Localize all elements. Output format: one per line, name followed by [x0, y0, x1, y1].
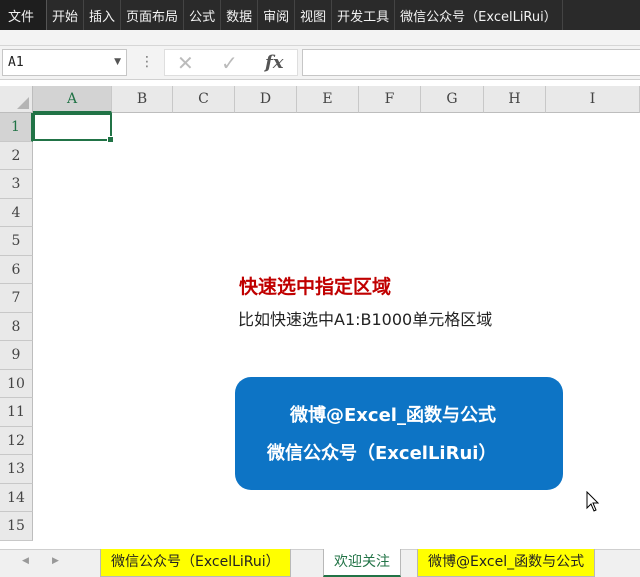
- check-icon[interactable]: ✓: [221, 51, 238, 75]
- row-header-15[interactable]: 15: [0, 512, 33, 541]
- column-header-h[interactable]: H: [484, 86, 546, 113]
- formula-input[interactable]: [302, 49, 640, 76]
- row-header-6[interactable]: 6: [0, 255, 33, 284]
- column-header-d[interactable]: D: [235, 86, 297, 113]
- cancel-icon[interactable]: ✕: [177, 51, 194, 75]
- sheet-scroll-left-icon[interactable]: ◀: [22, 556, 29, 566]
- tab-home[interactable]: 开始: [47, 0, 85, 30]
- row-header-3[interactable]: 3: [0, 170, 33, 199]
- ribbon-body-collapsed: [0, 30, 640, 46]
- row-header-12[interactable]: 12: [0, 426, 33, 455]
- tab-developer[interactable]: 开发工具: [332, 0, 396, 30]
- active-cell-a1[interactable]: [33, 113, 114, 143]
- annotation-title: 快速选中指定区域: [239, 276, 392, 298]
- name-box-value: A1: [8, 55, 24, 70]
- row-header-4[interactable]: 4: [0, 198, 33, 227]
- row-header-1[interactable]: 1: [0, 113, 33, 142]
- badge-wechat-line: 微信公众号（ExcelLiRui）: [267, 443, 497, 464]
- tab-formulas[interactable]: 公式: [184, 0, 222, 30]
- row-header-5[interactable]: 5: [0, 227, 33, 256]
- more-options-icon[interactable]: ⋮: [140, 54, 154, 70]
- column-header-c[interactable]: C: [173, 86, 235, 113]
- row-header-13[interactable]: 13: [0, 455, 33, 484]
- sheet-tab-wechat[interactable]: 微信公众号（ExcelLiRui）: [100, 549, 291, 577]
- row-header-2[interactable]: 2: [0, 141, 33, 170]
- formula-buttons: ✕ ✓ fx: [164, 49, 298, 76]
- badge-weibo-line: 微博@Excel_函数与公式: [290, 405, 496, 426]
- tab-data[interactable]: 数据: [221, 0, 259, 30]
- tab-review[interactable]: 审阅: [258, 0, 296, 30]
- mouse-cursor-icon: [586, 491, 600, 512]
- sheet-tab-bar: ◀ ▶ 微信公众号（ExcelLiRui） 欢迎关注 微博@Excel_函数与公…: [0, 549, 640, 577]
- column-header-i[interactable]: I: [546, 86, 640, 113]
- row-header-14[interactable]: 14: [0, 483, 33, 512]
- column-header-f[interactable]: F: [359, 86, 421, 113]
- row-header-11[interactable]: 11: [0, 398, 33, 427]
- tab-insert[interactable]: 插入: [84, 0, 122, 30]
- ribbon-tab-strip: 文件 开始 插入 页面布局 公式 数据 审阅 视图 开发工具 微信公众号（Exc…: [0, 0, 640, 30]
- sheet-scroll-right-icon[interactable]: ▶: [52, 556, 59, 566]
- insert-function-icon[interactable]: fx: [265, 51, 283, 75]
- name-box[interactable]: A1 ▼: [2, 49, 127, 76]
- worksheet-grid[interactable]: A B C D E F G H I 1 2 3 4 5 6 7 8 9 10 1…: [0, 86, 640, 549]
- tab-file[interactable]: 文件: [0, 0, 48, 30]
- column-header-e[interactable]: E: [297, 86, 359, 113]
- select-all-button[interactable]: [0, 86, 33, 113]
- tab-view[interactable]: 视图: [295, 0, 333, 30]
- sheet-tab-welcome[interactable]: 欢迎关注: [323, 549, 401, 577]
- column-header-b[interactable]: B: [112, 86, 173, 113]
- row-header-7[interactable]: 7: [0, 284, 33, 313]
- row-header-10[interactable]: 10: [0, 369, 33, 398]
- tab-page-layout[interactable]: 页面布局: [121, 0, 185, 30]
- annotation-body: 比如快速选中A1:B1000单元格区域: [238, 310, 493, 329]
- row-header-9[interactable]: 9: [0, 341, 33, 370]
- row-header-8[interactable]: 8: [0, 312, 33, 341]
- formula-bar: A1 ▼ ⋮ ✕ ✓ fx: [0, 46, 640, 80]
- watermark-badge: 微博@Excel_函数与公式 微信公众号（ExcelLiRui）: [235, 377, 563, 490]
- sheet-tab-weibo[interactable]: 微博@Excel_函数与公式: [417, 549, 596, 577]
- column-header-g[interactable]: G: [421, 86, 484, 113]
- column-header-a[interactable]: A: [33, 86, 112, 113]
- tab-wechat[interactable]: 微信公众号（ExcelLiRui）: [395, 0, 563, 30]
- chevron-down-icon[interactable]: ▼: [114, 50, 121, 75]
